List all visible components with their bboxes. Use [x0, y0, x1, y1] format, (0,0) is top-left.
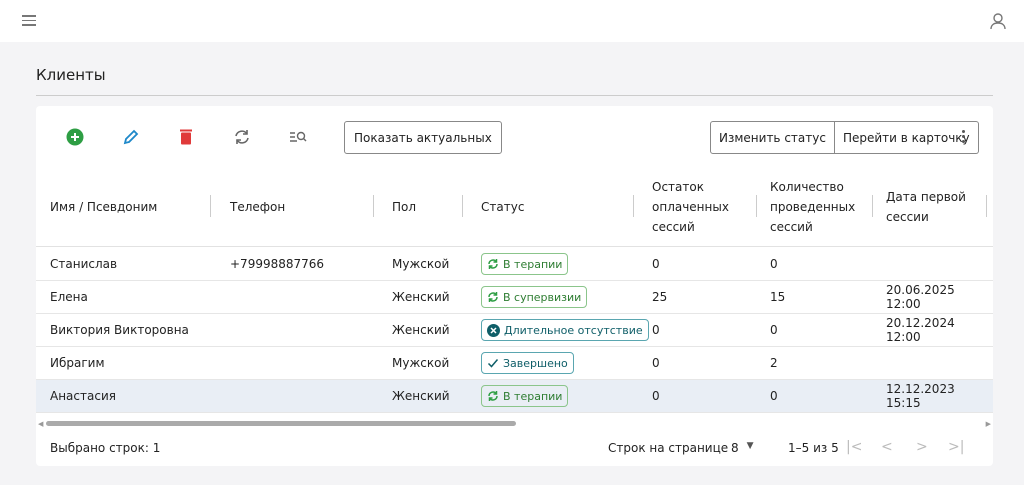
- pencil-icon: [123, 129, 139, 145]
- column-header-remaining-sessions[interactable]: Остаток оплаченных сессий: [652, 166, 737, 247]
- cell-name: Елена: [50, 290, 88, 304]
- status-label: В терапии: [503, 257, 563, 271]
- show-current-button[interactable]: Показать актуальных: [344, 121, 502, 154]
- cell-remaining-sessions: 0: [652, 356, 660, 370]
- column-header-name[interactable]: Имя / Псевдоним: [50, 166, 157, 247]
- column-separator[interactable]: [373, 195, 374, 217]
- column-header-status[interactable]: Статус: [481, 166, 524, 247]
- cell-status: В терапии: [481, 248, 569, 280]
- trash-icon: [180, 129, 192, 145]
- action-button-group: Изменить статус Перейти в карточку: [710, 121, 979, 154]
- table-row[interactable]: Виктория Викторовна Женский Длительное о…: [36, 314, 993, 347]
- cancel-icon: [487, 323, 500, 337]
- table-row[interactable]: Ибрагим Мужской Завершено 0 2: [36, 347, 993, 380]
- rows-per-page-value: 8: [731, 441, 739, 455]
- go-to-card-button[interactable]: Перейти в карточку: [834, 121, 979, 154]
- cell-sessions-count: 15: [770, 290, 786, 304]
- column-header-sessions-count[interactable]: Количество проведенных сессий: [770, 166, 865, 247]
- cell-name: Ибрагим: [50, 356, 105, 370]
- menu-icon[interactable]: [22, 15, 36, 29]
- more-options-icon[interactable]: [962, 130, 965, 145]
- cell-sessions-count: 0: [770, 389, 778, 403]
- column-separator[interactable]: [633, 195, 634, 217]
- add-icon: [66, 128, 84, 146]
- cell-remaining-sessions: 25: [652, 290, 668, 304]
- check-icon: [487, 359, 499, 368]
- scrollbar-thumb[interactable]: [46, 421, 516, 426]
- delete-button[interactable]: [175, 123, 197, 151]
- first-page-icon[interactable]: |<: [846, 439, 862, 455]
- sync-icon: [488, 259, 498, 269]
- table-row[interactable]: Анастасия Женский В терапии 0 0 12.12.20…: [36, 380, 993, 413]
- refresh-icon: [235, 130, 249, 144]
- cell-remaining-sessions: 0: [652, 323, 660, 337]
- cell-first-session-date: 20.06.2025 12:00: [886, 283, 955, 311]
- column-header-first-session-date[interactable]: Дата первой сессии: [886, 166, 976, 247]
- table-row[interactable]: Елена Женский В супервизии 25 15 20.06.2…: [36, 281, 993, 314]
- cell-name: Станислав: [50, 257, 118, 271]
- top-bar: [0, 0, 1024, 42]
- cell-gender: Женский: [392, 290, 450, 304]
- cell-gender: Мужской: [392, 356, 450, 370]
- table-header: Имя / Псевдоним Телефон Пол Статус Остат…: [36, 166, 993, 247]
- status-label: Завершено: [503, 356, 568, 370]
- filter-search-icon: [290, 131, 307, 142]
- cell-phone: +79998887766: [230, 257, 325, 271]
- sync-icon: [488, 391, 498, 401]
- cell-gender: Женский: [392, 323, 450, 337]
- selected-rows-count: Выбрано строк: 1: [50, 441, 161, 455]
- edit-button[interactable]: [120, 123, 142, 151]
- divider: [36, 95, 993, 96]
- cell-status: Длительное отсутствие: [481, 314, 649, 346]
- cell-gender: Женский: [392, 389, 450, 403]
- refresh-button[interactable]: [231, 123, 253, 151]
- column-separator[interactable]: [210, 195, 211, 217]
- pagination-range: 1–5 из 5: [788, 441, 839, 455]
- column-separator[interactable]: [756, 195, 757, 217]
- status-badge: В терапии: [481, 385, 569, 407]
- page-title: Клиенты: [36, 66, 106, 84]
- rows-per-page-select[interactable]: 8 ▼: [731, 441, 754, 455]
- cell-sessions-count: 0: [770, 323, 778, 337]
- cell-status: В супервизии: [481, 281, 588, 313]
- status-badge: В супервизии: [481, 286, 588, 308]
- cell-name: Анастасия: [50, 389, 116, 403]
- filter-search-button[interactable]: [287, 123, 309, 151]
- cell-remaining-sessions: 0: [652, 257, 660, 271]
- add-button[interactable]: [64, 123, 86, 151]
- column-header-phone[interactable]: Телефон: [230, 166, 285, 247]
- cell-first-session-date: 12.12.2023 15:15: [886, 382, 955, 410]
- user-icon[interactable]: [989, 12, 1007, 30]
- prev-page-icon[interactable]: <: [881, 439, 893, 455]
- column-separator[interactable]: [462, 195, 463, 217]
- column-separator[interactable]: [986, 195, 987, 217]
- dropdown-arrow-icon: ▼: [746, 441, 754, 451]
- next-page-icon[interactable]: >: [916, 439, 928, 455]
- column-header-gender[interactable]: Пол: [392, 166, 416, 247]
- cell-sessions-count: 0: [770, 257, 778, 271]
- last-page-icon[interactable]: >|: [948, 439, 964, 455]
- cell-first-session-date: 20.12.2024 12:00: [886, 316, 955, 344]
- change-status-button[interactable]: Изменить статус: [710, 121, 835, 154]
- clients-table-card: Показать актуальных Изменить статус Пере…: [36, 106, 993, 466]
- cell-remaining-sessions: 0: [652, 389, 660, 403]
- cell-name: Виктория Викторовна: [50, 323, 189, 337]
- status-badge: Длительное отсутствие: [481, 319, 649, 341]
- status-badge: В терапии: [481, 253, 569, 275]
- cell-status: Завершено: [481, 347, 574, 379]
- status-badge: Завершено: [481, 352, 574, 374]
- sync-icon: [488, 292, 498, 302]
- status-label: В терапии: [503, 389, 563, 403]
- horizontal-scrollbar[interactable]: ◀ ▶: [36, 419, 993, 429]
- table-row[interactable]: Станислав +79998887766 Мужской В терапии…: [36, 248, 993, 281]
- rows-per-page-label: Строк на странице: [608, 441, 729, 455]
- cell-status: В терапии: [481, 380, 569, 412]
- column-separator[interactable]: [872, 195, 873, 217]
- status-label: В супервизии: [503, 290, 582, 304]
- status-label: Длительное отсутствие: [504, 323, 643, 337]
- cell-sessions-count: 2: [770, 356, 778, 370]
- cell-gender: Мужской: [392, 257, 450, 271]
